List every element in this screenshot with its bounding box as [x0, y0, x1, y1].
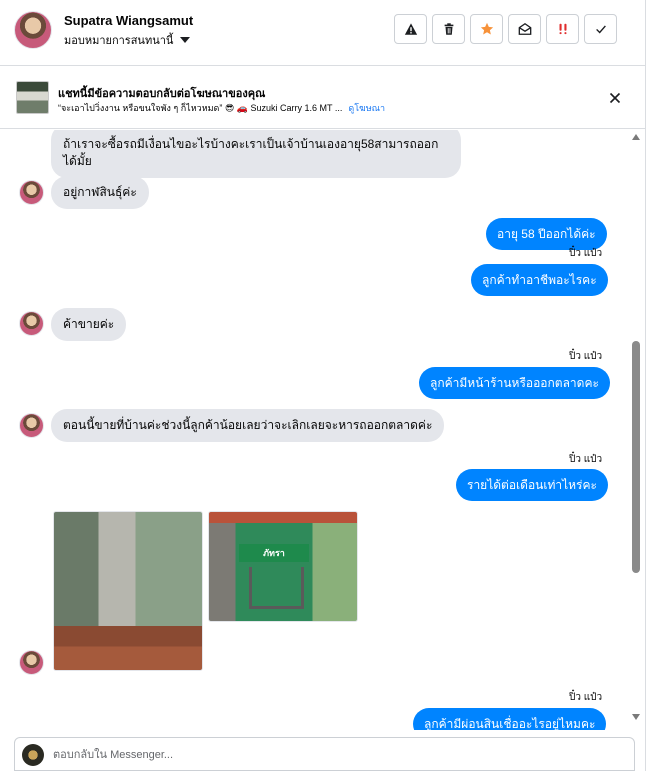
seen-by-label: ปิ๋ว แป๋ว: [569, 454, 603, 465]
mark-priority-button[interactable]: [546, 14, 579, 44]
mark-done-button[interactable]: [584, 14, 617, 44]
incoming-message: อยู่กาฬสินธุ์ค่ะ: [51, 176, 149, 209]
contact-avatar-small: [19, 413, 44, 438]
caret-down-icon: [180, 37, 191, 43]
outgoing-message: ลูกค้ามีผ่อนสินเชื่ออะไรอยู่ไหมคะ: [413, 708, 607, 730]
incoming-message: ตอนนี้ขายที่บ้านค่ะช่วงนี้ลูกค้าน้อยเลยว…: [51, 409, 445, 442]
star-icon: [480, 22, 493, 35]
ad-caption: “จะเอาไปวิ่งงาน หรือขนใจพัง ๆ ก็ไหวหมด” …: [58, 103, 343, 113]
incoming-message: ค้าขายค่ะ: [51, 308, 127, 341]
conversation-header: Supatra Wiangsamut มอบหมายการสนทนานี้: [0, 0, 645, 66]
contact-name[interactable]: Supatra Wiangsamut: [64, 13, 193, 28]
outgoing-message: รายได้ต่อเดือนเท่าไหร่คะ: [456, 469, 608, 501]
contact-avatar[interactable]: [14, 11, 52, 49]
contact-avatar-small: [19, 180, 44, 205]
mark-unread-button[interactable]: [508, 14, 541, 44]
scrollbar-thumb[interactable]: [632, 341, 640, 573]
message-thread: ถ้าเราจะซื้อรถมีเงื่อนไขอะไรบ้างคะเราเป็…: [0, 130, 645, 730]
priority-icon: [559, 23, 566, 35]
outgoing-message: ลูกค้าทำอาชีพอะไรคะ: [471, 264, 608, 296]
star-button[interactable]: [470, 14, 503, 44]
incoming-message: ถ้าเราจะซื้อรถมีเงื่อนไขอะไรบ้างคะเราเป็…: [51, 130, 461, 178]
outgoing-message: ลูกค้ามีหน้าร้านหรือออกตลาดคะ: [419, 367, 610, 399]
seen-by-label: ปิ๋ว แป๋ว: [569, 248, 603, 259]
photo-sign-text: ภัทรา: [239, 544, 309, 562]
seen-by-label: ปิ๋ว แป๋ว: [569, 692, 603, 703]
conversation-actions: [394, 14, 617, 44]
delete-button[interactable]: [432, 14, 465, 44]
close-icon[interactable]: [606, 89, 624, 107]
seen-by-label: ปิ๋ว แป๋ว: [569, 351, 603, 362]
contact-avatar-small: [19, 650, 44, 675]
trash-icon: [444, 23, 453, 35]
messenger-inbox-panel: Supatra Wiangsamut มอบหมายการสนทนานี้ แช…: [0, 0, 646, 771]
envelope-open-icon: [518, 22, 531, 35]
warning-icon: [404, 23, 417, 35]
ad-thumbnail[interactable]: [16, 81, 49, 114]
shared-photo[interactable]: ภัทรา: [208, 511, 358, 622]
check-icon: [595, 25, 606, 34]
scroll-up-arrow-icon[interactable]: [632, 134, 640, 140]
report-spam-button[interactable]: [394, 14, 427, 44]
reply-input[interactable]: [53, 744, 613, 766]
ad-banner-subtitle: “จะเอาไปวิ่งงาน หรือขนใจพัง ๆ ก็ไหวหมด” …: [58, 101, 385, 115]
assign-conversation-dropdown[interactable]: มอบหมายการสนทนานี้: [64, 31, 191, 49]
reply-composer: [14, 737, 635, 771]
ad-banner-title: แชทนี้มีข้อความตอบกลับต่อโฆษณาของคุณ: [58, 88, 266, 100]
view-ad-link[interactable]: ดูโฆษณา: [348, 103, 385, 113]
photo-cart-shape: [249, 567, 304, 609]
scroll-down-arrow-icon[interactable]: [632, 714, 640, 720]
page-avatar: [22, 744, 44, 766]
assign-label: มอบหมายการสนทนานี้: [64, 35, 174, 47]
shared-photo[interactable]: [53, 511, 203, 671]
ad-reply-banner: แชทนี้มีข้อความตอบกลับต่อโฆษณาของคุณ “จะ…: [0, 67, 645, 129]
contact-avatar-small: [19, 311, 44, 336]
